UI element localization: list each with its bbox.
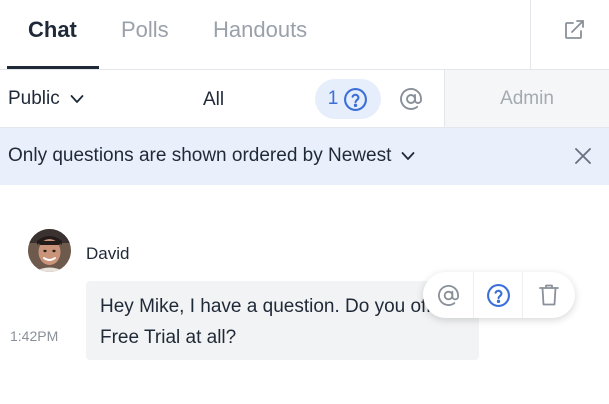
at-sign-icon: [437, 284, 459, 306]
chevron-down-icon: [70, 95, 84, 103]
trash-icon: [539, 284, 559, 306]
question-circle-icon: [486, 283, 510, 307]
close-icon: [575, 148, 591, 164]
tab-chat[interactable]: Chat: [28, 16, 77, 44]
sort-notice-text: Only questions are shown ordered by Newe…: [8, 145, 392, 166]
tab-bar: Chat Polls Handouts: [0, 0, 609, 70]
admin-tab[interactable]: Admin: [444, 70, 609, 127]
sort-order-dropdown[interactable]: Only questions are shown ordered by Newe…: [8, 143, 415, 169]
active-tab-indicator: [7, 66, 99, 69]
mention-user-button[interactable]: [423, 272, 473, 318]
sort-notice-bar: Only questions are shown ordered by Newe…: [0, 128, 609, 185]
close-notice-button[interactable]: [569, 142, 597, 170]
question-circle-icon: [344, 87, 368, 111]
chevron-down-icon: [401, 152, 415, 160]
message-actions-tray: [423, 272, 575, 318]
mentions-filter-button[interactable]: [397, 84, 425, 114]
divider: [530, 0, 531, 70]
external-link-icon: [565, 20, 584, 39]
popout-button[interactable]: [556, 14, 592, 46]
mark-question-button[interactable]: [473, 272, 523, 318]
message-bubble: Hey Mike, I have a question. Do you offe…: [86, 281, 479, 360]
audience-dropdown[interactable]: Public: [8, 86, 84, 112]
delete-message-button[interactable]: [524, 272, 574, 318]
audience-label: Public: [8, 88, 60, 109]
tab-polls[interactable]: Polls: [121, 16, 169, 44]
message-timestamp: 1:42PM: [10, 328, 59, 344]
sender-name: David: [86, 244, 130, 263]
filter-bar: Public All 1 Admin: [0, 70, 609, 128]
question-count: 1: [327, 88, 339, 109]
filter-all-button[interactable]: All: [203, 87, 224, 113]
at-sign-icon: [400, 88, 422, 110]
avatar: [28, 229, 71, 272]
questions-filter-button[interactable]: 1: [315, 79, 381, 119]
tab-handouts[interactable]: Handouts: [213, 16, 307, 44]
